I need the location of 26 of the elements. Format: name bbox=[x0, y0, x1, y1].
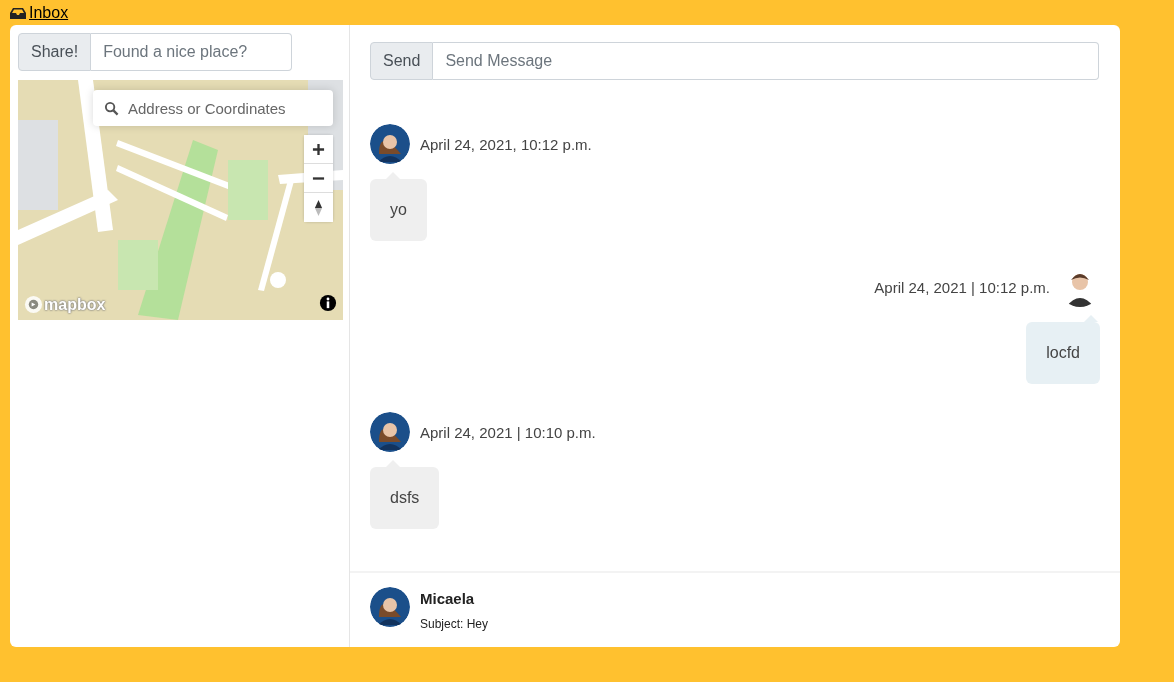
avatar-icon bbox=[370, 587, 410, 627]
conversation-subject: Subject: Hey bbox=[420, 617, 489, 631]
message-timestamp: April 24, 2021, 10:12 p.m. bbox=[420, 135, 592, 153]
plus-icon bbox=[312, 142, 325, 156]
message-bubble: dsfs bbox=[370, 467, 440, 529]
contact-name: Micaela bbox=[420, 590, 476, 607]
share-input-field[interactable]: Found a nice place? bbox=[91, 33, 292, 71]
search-icon bbox=[104, 101, 119, 116]
message-input-field[interactable]: Send Message bbox=[433, 42, 1099, 80]
zoom-out-button[interactable] bbox=[304, 164, 333, 193]
message-bubble: yo bbox=[370, 179, 427, 241]
logo-icon bbox=[24, 295, 43, 314]
message-timestamp: April 24, 2021 | 10:12 p.m. bbox=[874, 278, 1050, 296]
message-bubble: locfd bbox=[1026, 322, 1100, 384]
inbox-tray-icon bbox=[10, 6, 26, 19]
send-button[interactable]: Send bbox=[370, 42, 434, 80]
compass-button[interactable] bbox=[304, 193, 333, 222]
zoom-in-button[interactable] bbox=[304, 135, 333, 164]
avatar-icon bbox=[370, 412, 410, 452]
share-button[interactable]: Share! bbox=[18, 33, 92, 71]
avatar-icon bbox=[370, 124, 410, 164]
compass-icon bbox=[314, 197, 323, 218]
info-icon[interactable] bbox=[319, 294, 337, 312]
inbox-link[interactable]: Inbox bbox=[10, 0, 69, 25]
address-search-field[interactable]: Address or Coordinates bbox=[93, 90, 333, 126]
message-timestamp: April 24, 2021 | 10:10 p.m. bbox=[420, 423, 596, 441]
